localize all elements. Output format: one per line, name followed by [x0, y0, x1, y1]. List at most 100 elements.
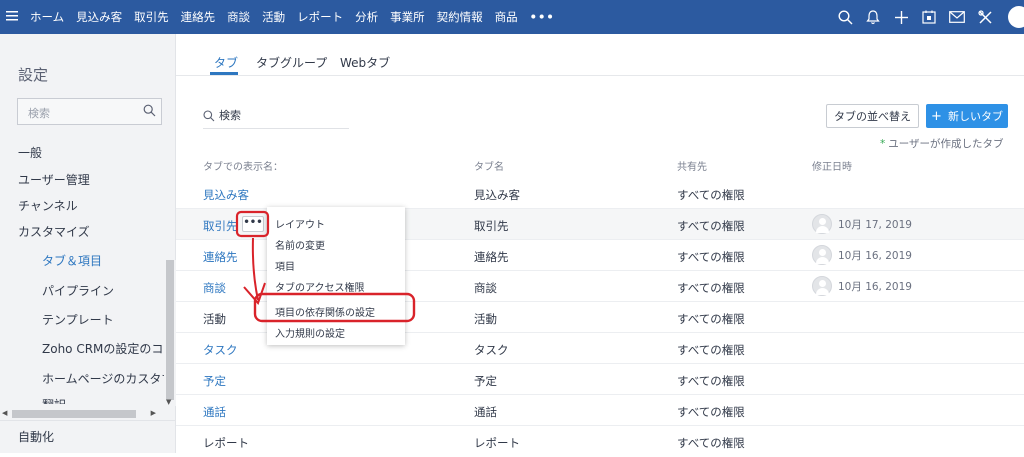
tab-search-input[interactable] — [219, 109, 344, 122]
row-tab-name: 通話 — [474, 405, 497, 419]
row-tab-name: 予定 — [474, 374, 497, 388]
row-display-name[interactable]: 取引先 — [203, 218, 238, 234]
scrollbar-thumb[interactable] — [12, 410, 136, 418]
menu-item-tab-permissions[interactable]: タブのアクセス権限 — [275, 279, 365, 294]
nav-accounts[interactable]: 取引先 — [134, 9, 169, 25]
menu-item-rename[interactable]: 名前の変更 — [275, 237, 325, 252]
row-context-menu: レイアウト 名前の変更 項目 タブのアクセス権限 項目の依存関係の設定 入力規則… — [267, 207, 405, 345]
row-modified-date: 10月 17, 2019 — [838, 218, 912, 231]
tab-web-tabs[interactable]: Webタブ — [340, 54, 390, 71]
star-marker: * — [880, 138, 886, 150]
new-tab-button[interactable]: + 新しいタブ — [926, 104, 1008, 128]
plus-icon[interactable] — [892, 8, 910, 26]
avatar-icon[interactable] — [1008, 6, 1024, 28]
row-tab-name: タスク — [474, 343, 509, 357]
row-modified-date: 10月 16, 2019 — [838, 280, 912, 293]
mail-icon[interactable] — [948, 8, 966, 26]
nav-products[interactable]: 商品 — [495, 9, 518, 25]
nav-activities[interactable]: 活動 — [262, 9, 285, 25]
table-row[interactable]: レポート レポート すべての権限 — [176, 426, 1024, 457]
tab-tabs[interactable]: タブ — [214, 54, 238, 71]
row-display-name[interactable]: 通話 — [203, 404, 226, 420]
settings-sidebar: 設定 検索 一般 ユーザー管理 チャンネル カスタマイズ タブ＆項目 パイプライ… — [0, 34, 176, 453]
scroll-right-icon[interactable]: ▶ — [151, 409, 156, 417]
nav-contracts[interactable]: 契約情報 — [437, 9, 483, 25]
sort-tabs-button[interactable]: タブの並べ替え — [826, 104, 919, 128]
sidebar-vertical-scrollbar[interactable]: ▼ — [164, 260, 176, 406]
row-tab-name: 見込み客 — [474, 188, 520, 202]
tab-tab-groups[interactable]: タブグループ — [256, 54, 327, 71]
bell-icon[interactable] — [864, 8, 882, 26]
sidebar-subitem-pipelines[interactable]: パイプライン — [42, 282, 164, 299]
scroll-down-icon[interactable]: ▼ — [166, 398, 171, 406]
calendar-icon[interactable] — [920, 8, 938, 26]
nav-reports[interactable]: レポート — [297, 9, 343, 25]
row-tab-name: 商談 — [474, 281, 497, 295]
row-display-name[interactable]: タスク — [203, 342, 238, 358]
sidebar-subitem-home-customization[interactable]: ホームページのカスタマイズ — [42, 370, 164, 387]
sidebar-item-customize[interactable]: カスタマイズ — [18, 223, 90, 240]
row-modified: 10月 16, 2019 — [812, 275, 912, 297]
menu-item-layout[interactable]: レイアウト — [275, 216, 325, 231]
sidebar-subitem-tabs-fields[interactable]: タブ＆項目 — [42, 252, 164, 269]
search-icon — [143, 104, 156, 117]
search-icon — [203, 110, 215, 122]
nav-more-button[interactable]: ••• — [530, 10, 555, 24]
row-display-name[interactable]: 予定 — [203, 373, 226, 389]
scroll-left-icon[interactable]: ◀ — [2, 409, 7, 417]
module-nav: ホーム 見込み客 取引先 連絡先 商談 活動 レポート 分析 事業所 契約情報 … — [30, 9, 567, 25]
row-shared: すべての権限 — [677, 188, 745, 202]
table-row[interactable]: 予定 予定 すべての権限 — [176, 364, 1024, 395]
menu-item-fields[interactable]: 項目 — [275, 258, 295, 273]
sidebar-item-users[interactable]: ユーザー管理 — [18, 171, 90, 188]
nav-home[interactable]: ホーム — [30, 9, 64, 25]
row-display-name[interactable]: 連絡先 — [203, 249, 238, 265]
sidebar-divider — [0, 420, 176, 421]
sidebar-item-automation[interactable]: 自動化 — [18, 428, 54, 445]
user-avatar-icon — [812, 214, 832, 234]
nav-offices[interactable]: 事業所 — [390, 9, 425, 25]
nav-deals[interactable]: 商談 — [227, 9, 250, 25]
sidebar-subitem-copy-settings[interactable]: Zoho CRMの設定のコピー — [42, 340, 164, 357]
row-more-button[interactable]: ••• — [242, 216, 264, 232]
new-tab-label: 新しいタブ — [947, 110, 1003, 123]
row-shared: すべての権限 — [677, 219, 745, 233]
sidebar-title: 設定 — [18, 66, 49, 84]
sidebar-subitem-templates[interactable]: テンプレート — [42, 311, 164, 328]
menu-item-validation-rules[interactable]: 入力規則の設定 — [275, 325, 345, 340]
scrollbar-thumb[interactable] — [166, 260, 174, 400]
row-shared: すべての権限 — [677, 405, 745, 419]
sidebar-subitem-translation[interactable]: 翻訳 — [42, 396, 164, 404]
row-display-name: 活動 — [203, 312, 226, 326]
top-navigation-bar: ホーム 見込み客 取引先 連絡先 商談 活動 レポート 分析 事業所 契約情報 … — [0, 0, 1024, 34]
column-header-tab-name: タブ名 — [474, 162, 504, 173]
sidebar-search-input[interactable]: 検索 — [17, 98, 162, 125]
sidebar-item-channels[interactable]: チャンネル — [18, 197, 78, 214]
hamburger-icon[interactable] — [6, 9, 26, 25]
column-header-display-name: タブでの表示名： — [203, 162, 283, 173]
sidebar-horizontal-scrollbar[interactable]: ◀ ▶ — [0, 408, 164, 420]
row-shared: すべての権限 — [677, 250, 745, 264]
tab-strip: タブ タブグループ Webタブ — [176, 34, 1024, 76]
tab-search — [203, 106, 349, 129]
row-modified: 10月 17, 2019 — [812, 213, 912, 235]
row-shared: すべての権限 — [677, 374, 745, 388]
nav-contacts[interactable]: 連絡先 — [181, 9, 216, 25]
active-tab-indicator — [210, 72, 238, 75]
sidebar-search-placeholder: 検索 — [28, 107, 50, 120]
sidebar-item-general[interactable]: 一般 — [18, 144, 42, 161]
table-row[interactable]: 通話 通話 すべての権限 — [176, 395, 1024, 426]
search-icon[interactable] — [836, 8, 854, 26]
row-modified: 10月 16, 2019 — [812, 244, 912, 266]
row-tab-name: 活動 — [474, 312, 497, 326]
menu-item-field-dependency[interactable]: 項目の依存関係の設定 — [275, 304, 375, 319]
nav-leads[interactable]: 見込み客 — [76, 9, 122, 25]
row-display-name: レポート — [203, 436, 249, 450]
nav-analytics[interactable]: 分析 — [355, 9, 378, 25]
row-display-name[interactable]: 見込み客 — [203, 187, 249, 203]
row-display-name[interactable]: 商談 — [203, 280, 226, 296]
row-shared: すべての権限 — [677, 343, 745, 357]
table-row[interactable]: 見込み客 見込み客 すべての権限 — [176, 178, 1024, 209]
tools-icon[interactable] — [976, 8, 994, 26]
column-header-modified: 修正日時 — [812, 162, 852, 173]
